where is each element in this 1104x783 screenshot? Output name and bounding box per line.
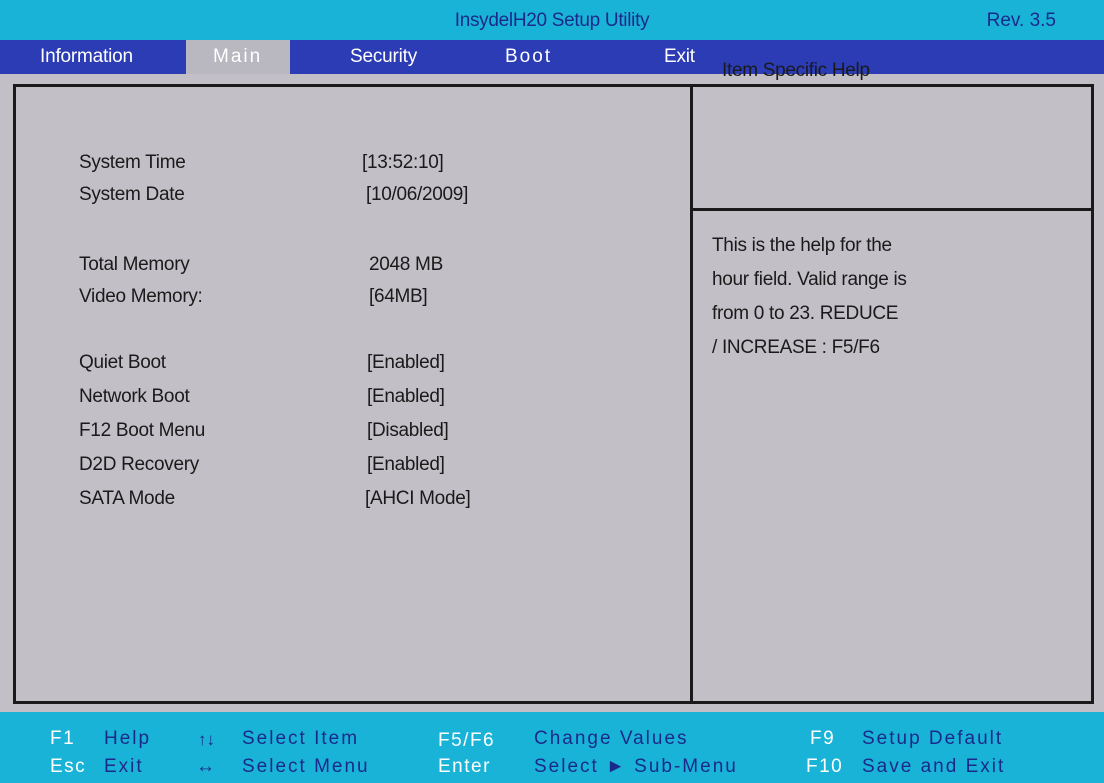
key-f9: F9 — [810, 728, 836, 749]
title-bar: InsydelH20 Setup Utility Rev. 3.5 — [0, 0, 1104, 40]
key-f5-f6: F5/F6 — [438, 730, 496, 751]
panel-divider — [690, 87, 693, 701]
field-label-quiet-boot: Quiet Boot — [79, 352, 166, 373]
field-value-sata-mode[interactable]: [AHCI Mode] — [365, 488, 471, 510]
bios-setup-screen: InsydelH20 Setup Utility Rev. 3.5 Inform… — [0, 0, 1104, 783]
tab-security[interactable]: Security — [350, 40, 417, 74]
help-line: / INCREASE : F5/F6 — [712, 337, 880, 358]
key-esc-desc: Exit — [104, 756, 144, 777]
app-title: InsydelH20 Setup Utility — [454, 10, 650, 31]
tab-boot[interactable]: Boot — [505, 40, 552, 74]
field-label-system-date: System Date — [79, 184, 185, 205]
help-line: This is the help for the — [712, 235, 892, 256]
key-f1-desc: Help — [104, 728, 152, 749]
select-menu-desc: Select Menu — [242, 756, 370, 777]
help-divider — [693, 208, 1091, 211]
tab-information[interactable]: Information — [40, 40, 133, 74]
save-and-exit-desc: Save and Exit — [862, 756, 1006, 777]
field-value-video-memory[interactable]: [64MB] — [369, 286, 428, 308]
up-down-arrows-icon: ↑↓ — [198, 730, 215, 749]
field-value-total-memory: 2048 MB — [369, 254, 443, 275]
setup-default-desc: Setup Default — [862, 728, 1004, 749]
field-label-total-memory: Total Memory — [79, 254, 190, 275]
field-value-f12-boot-menu[interactable]: [Disabled] — [367, 420, 449, 442]
help-title: Item Specific Help — [722, 60, 870, 81]
field-label-f12-boot-menu: F12 Boot Menu — [79, 420, 206, 441]
field-value-system-time[interactable]: [13:52:10] — [362, 152, 444, 174]
key-f1: F1 — [50, 728, 76, 749]
field-label-video-memory: Video Memory: — [79, 286, 203, 307]
help-line: hour field. Valid range is — [712, 269, 907, 290]
field-label-network-boot: Network Boot — [79, 386, 190, 407]
revision-label: Rev. 3.5 — [986, 10, 1056, 31]
change-values-desc: Change Values — [534, 728, 689, 749]
left-right-arrow-icon: ↔ — [196, 756, 215, 777]
tab-exit[interactable]: Exit — [664, 40, 695, 74]
field-value-d2d-recovery[interactable]: [Enabled] — [367, 454, 445, 476]
key-f10: F10 — [806, 756, 844, 777]
help-line: from 0 to 23. REDUCE — [712, 303, 899, 324]
field-value-system-date[interactable]: [10/06/2009] — [366, 184, 468, 206]
field-label-system-time: System Time — [79, 152, 186, 173]
field-value-quiet-boot[interactable]: [Enabled] — [367, 352, 445, 374]
field-label-d2d-recovery: D2D Recovery — [79, 454, 199, 475]
tab-main[interactable]: Main — [186, 40, 290, 74]
key-enter: Enter — [438, 756, 491, 777]
select-submenu-desc: Select ► Sub-Menu — [534, 756, 738, 777]
field-value-network-boot[interactable]: [Enabled] — [367, 386, 445, 408]
field-label-sata-mode: SATA Mode — [79, 488, 175, 509]
key-esc: Esc — [50, 756, 87, 777]
select-item-desc: Select Item — [242, 728, 360, 749]
